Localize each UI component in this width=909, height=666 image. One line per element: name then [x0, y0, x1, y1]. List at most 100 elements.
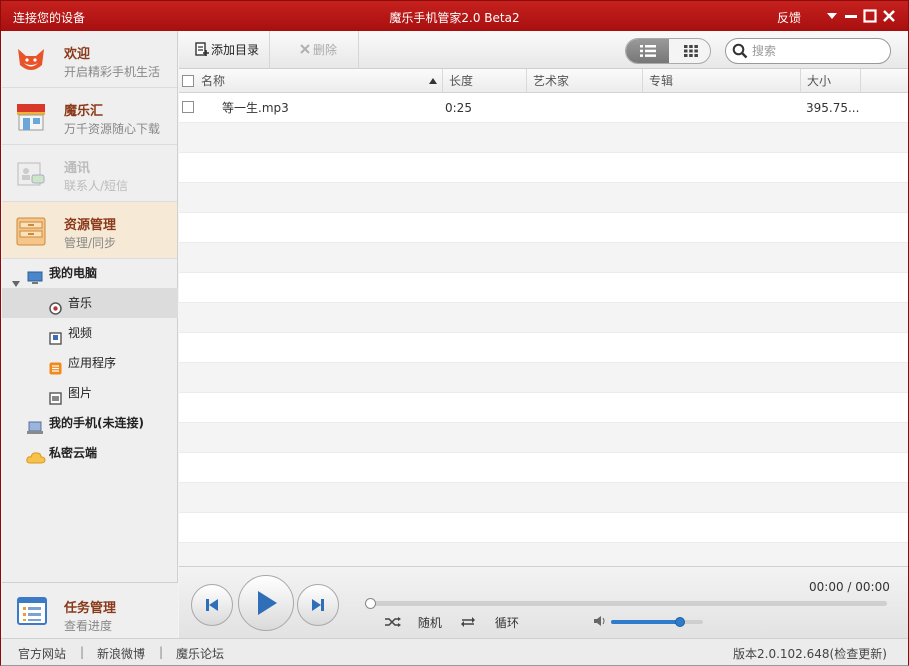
previous-track-button[interactable]: [191, 584, 233, 626]
tree-my-pc-label: 我的电脑: [49, 266, 98, 280]
progress-bar[interactable]: [365, 598, 887, 609]
close-icon[interactable]: [880, 6, 898, 26]
select-all-checkbox[interactable]: [182, 75, 194, 87]
volume-icon[interactable]: [593, 615, 607, 630]
empty-row: [179, 273, 908, 303]
music-disc-icon: [49, 296, 63, 315]
nav-resources-title: 资源管理: [64, 218, 117, 233]
nav-store[interactable]: 魔乐汇 万千资源随心下载: [2, 88, 177, 145]
delete-label: 删除: [313, 43, 338, 57]
empty-row: [179, 453, 908, 483]
table-row[interactable]: 等一生.mp3 0:25 395.75...: [179, 93, 908, 123]
apps-icon: [49, 356, 63, 375]
column-name-label: 名称: [201, 74, 226, 88]
grid-view-icon[interactable]: [669, 39, 710, 63]
column-size[interactable]: 大小: [801, 69, 861, 93]
nav-contacts-title: 通讯: [64, 161, 91, 176]
column-album-label: 专辑: [649, 74, 674, 88]
empty-row: [179, 213, 908, 243]
feedback-link[interactable]: 反馈: [777, 9, 801, 26]
nav-task-manager[interactable]: 任务管理 查看进度: [2, 582, 178, 638]
menu-dropdown-icon[interactable]: [823, 6, 841, 26]
repeat-label: 循环: [494, 616, 519, 630]
empty-row: [179, 153, 908, 183]
tree-video[interactable]: 视频: [2, 318, 178, 348]
repeat-toggle[interactable]: 循环: [459, 614, 519, 632]
tree-cloud[interactable]: 私密云端: [2, 438, 178, 468]
sidebar: 欢迎 开启精彩手机生活 魔乐汇 万千资源随心下载 通讯 联系人/短信 资源管理 …: [2, 31, 178, 638]
column-length[interactable]: 长度: [443, 69, 527, 93]
nav-store-title: 魔乐汇: [64, 104, 104, 119]
play-button[interactable]: [238, 575, 294, 631]
nav-store-subtitle: 万千资源随心下载: [64, 122, 161, 136]
row-length: 0:25: [445, 101, 472, 115]
next-track-button[interactable]: [297, 584, 339, 626]
repeat-icon: [461, 617, 475, 627]
tree-apps-label: 应用程序: [68, 356, 117, 370]
toolbar: 添加目录 删除: [179, 31, 908, 69]
playback-time: 00:00 / 00:00: [809, 580, 890, 594]
volume-knob[interactable]: [675, 617, 685, 627]
sina-weibo-link[interactable]: 新浪微博: [97, 645, 145, 662]
separator: |: [159, 645, 164, 659]
empty-row: [179, 393, 908, 423]
tree-my-phone[interactable]: 我的手机(未连接): [2, 408, 178, 438]
cloud-icon: [26, 446, 46, 464]
collapse-arrow-icon[interactable]: [12, 269, 20, 287]
empty-row: [179, 303, 908, 333]
row-name: 等一生.mp3: [222, 101, 289, 115]
empty-row: [179, 243, 908, 273]
drawer-icon: [14, 214, 48, 248]
column-album[interactable]: 专辑: [643, 69, 801, 93]
next-icon: [312, 599, 324, 611]
tree-music-label: 音乐: [68, 296, 93, 310]
contacts-icon: [14, 157, 48, 191]
play-icon: [258, 591, 277, 615]
phone-laptop-icon: [27, 416, 43, 434]
empty-row: [179, 543, 908, 566]
delete-x-icon: [300, 44, 310, 54]
task-manager-title: 任务管理: [64, 601, 117, 616]
tree-my-phone-label: 我的手机(未连接): [49, 416, 144, 430]
tree-my-pc[interactable]: 我的电脑: [2, 258, 178, 288]
file-list: 等一生.mp3 0:25 395.75...: [179, 93, 908, 566]
app-title: 魔乐手机管家2.0 Beta2: [389, 11, 520, 25]
search-input[interactable]: [752, 42, 882, 60]
column-size-label: 大小: [807, 74, 832, 88]
tree-music[interactable]: 音乐: [2, 288, 178, 318]
forum-link[interactable]: 魔乐论坛: [176, 645, 224, 662]
task-manager-subtitle: 查看进度: [64, 619, 113, 633]
app-window: 连接您的设备 魔乐手机管家2.0 Beta2 反馈 欢迎 开启精彩手机生活 魔乐…: [0, 0, 909, 666]
shuffle-icon: [385, 617, 401, 627]
tree-pictures[interactable]: 图片: [2, 378, 178, 408]
list-view-icon[interactable]: [626, 39, 669, 63]
nav-welcome-subtitle: 开启精彩手机生活: [64, 65, 161, 79]
nav-contacts[interactable]: 通讯 联系人/短信: [2, 145, 177, 202]
row-checkbox[interactable]: [182, 101, 194, 113]
music-player: 00:00 / 00:00 随机 循环: [179, 566, 908, 638]
title-bar: 连接您的设备 魔乐手机管家2.0 Beta2 反馈: [1, 1, 908, 31]
empty-row: [179, 363, 908, 393]
version-check-update-link[interactable]: 版本2.0.102.648(检查更新): [733, 645, 887, 662]
sort-asc-icon: [429, 78, 437, 84]
official-website-link[interactable]: 官方网站: [18, 645, 66, 662]
column-artist[interactable]: 艺术家: [527, 69, 643, 93]
delete-button[interactable]: 删除: [289, 31, 359, 69]
column-name[interactable]: 名称: [195, 69, 443, 93]
shuffle-toggle[interactable]: 随机: [384, 614, 442, 632]
volume-fill: [611, 620, 680, 624]
main-panel: 添加目录 删除 搜索 名称 长度 艺术家 专辑 大小 等一生.mp3 0:25 …: [179, 31, 908, 638]
tree-cloud-label: 私密云端: [49, 446, 98, 460]
progress-knob[interactable]: [365, 598, 376, 609]
search-box: [725, 38, 891, 64]
nav-welcome[interactable]: 欢迎 开启精彩手机生活: [2, 31, 177, 88]
resource-tree: 我的电脑 音乐 视频 应用程序 图片 我的手机(未连接) 私密云端: [2, 258, 178, 468]
maximize-icon[interactable]: [861, 6, 879, 26]
nav-resources[interactable]: 资源管理 管理/同步: [2, 202, 177, 259]
add-directory-button[interactable]: 添加目录: [185, 31, 271, 69]
search-icon[interactable]: [732, 43, 748, 59]
minimize-icon[interactable]: [842, 6, 860, 26]
nav-resources-subtitle: 管理/同步: [64, 236, 117, 250]
volume-slider[interactable]: [611, 617, 703, 627]
tree-apps[interactable]: 应用程序: [2, 348, 178, 378]
